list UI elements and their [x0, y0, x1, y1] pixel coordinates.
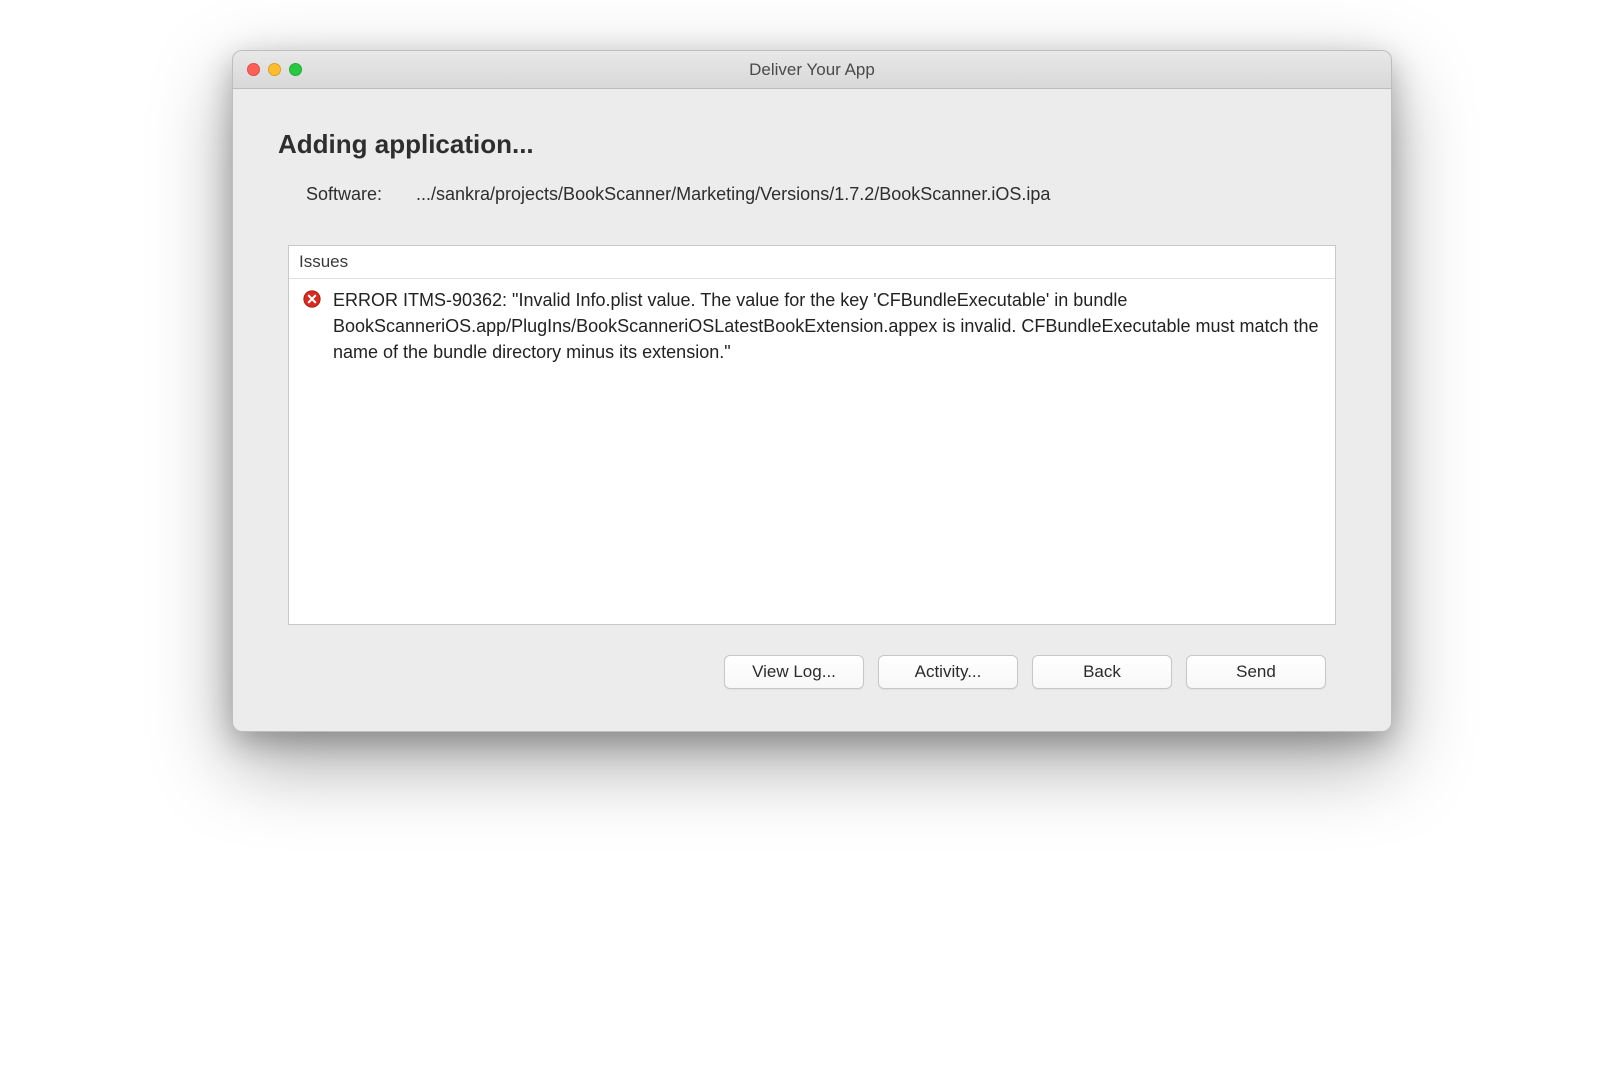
activity-button[interactable]: Activity... — [878, 655, 1018, 689]
issues-panel: Issues ERROR ITMS-90362: "Invalid Info.p… — [288, 245, 1336, 625]
send-button[interactable]: Send — [1186, 655, 1326, 689]
zoom-window-button[interactable] — [289, 63, 302, 76]
titlebar[interactable]: Deliver Your App — [233, 51, 1391, 89]
error-icon — [303, 290, 321, 308]
software-path: .../sankra/projects/BookScanner/Marketin… — [416, 184, 1346, 205]
content-area: Adding application... Software: .../sank… — [233, 89, 1391, 731]
issue-row: ERROR ITMS-90362: "Invalid Info.plist va… — [289, 279, 1335, 373]
software-label: Software: — [306, 184, 416, 205]
software-row: Software: .../sankra/projects/BookScanne… — [278, 184, 1346, 205]
issues-header: Issues — [289, 246, 1335, 279]
back-button[interactable]: Back — [1032, 655, 1172, 689]
issue-message: ERROR ITMS-90362: "Invalid Info.plist va… — [333, 287, 1321, 365]
traffic-lights — [233, 63, 302, 76]
minimize-window-button[interactable] — [268, 63, 281, 76]
button-bar: View Log... Activity... Back Send — [278, 649, 1346, 711]
window-title: Deliver Your App — [233, 60, 1391, 80]
close-window-button[interactable] — [247, 63, 260, 76]
page-heading: Adding application... — [278, 129, 1346, 160]
app-window: Deliver Your App Adding application... S… — [232, 50, 1392, 732]
view-log-button[interactable]: View Log... — [724, 655, 864, 689]
